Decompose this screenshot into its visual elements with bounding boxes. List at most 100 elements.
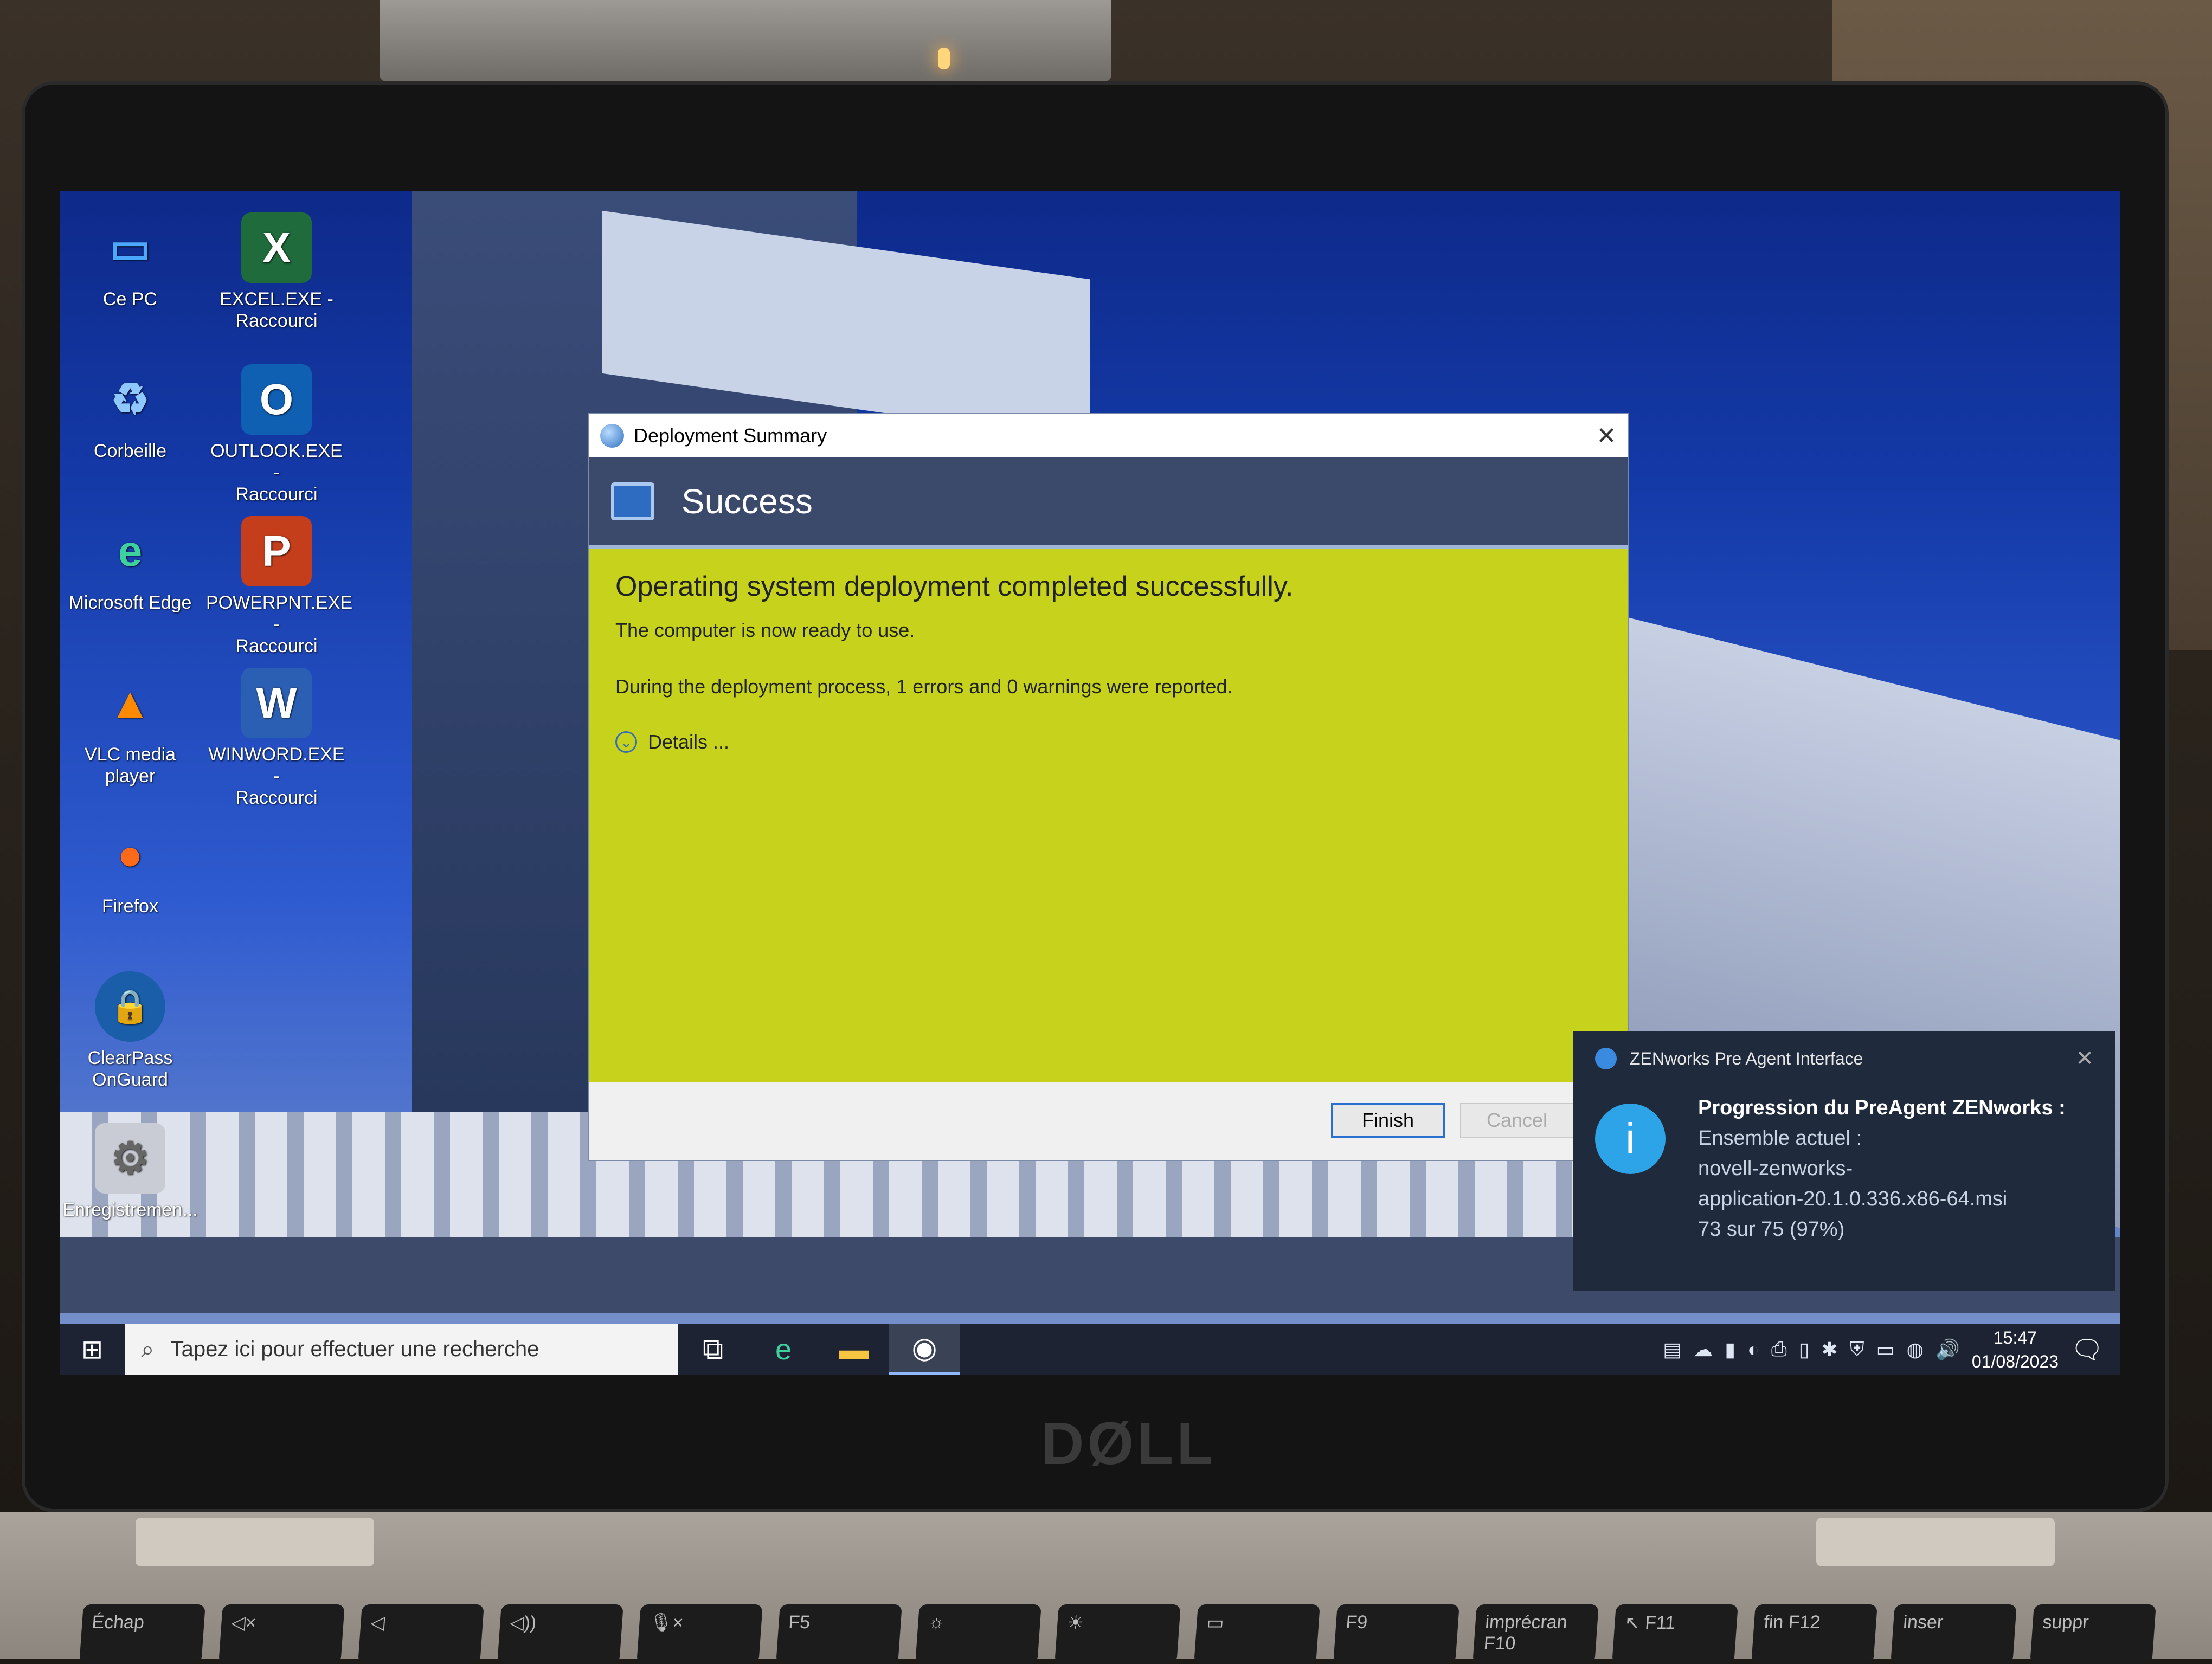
key-delete: suppr bbox=[2030, 1604, 2156, 1664]
report-message: During the deployment process, 1 errors … bbox=[615, 675, 1233, 698]
screen: ▭ Ce PC X EXCEL.EXE - Raccourci ♻ Corbei… bbox=[60, 191, 2120, 1375]
hinge-right bbox=[1816, 1518, 2055, 1566]
desktop-icon-edge[interactable]: e Microsoft Edge bbox=[60, 516, 201, 614]
volume-icon[interactable]: 🔊 bbox=[1935, 1338, 1960, 1361]
notification-line: application-20.1.0.336.x86-64.msi bbox=[1698, 1188, 2008, 1210]
clearpass-icon: 🔒 bbox=[95, 971, 165, 1042]
key-home: ↖ F11 bbox=[1612, 1604, 1738, 1664]
monitor-led bbox=[938, 48, 950, 69]
desktop-icon-corbeille[interactable]: ♻ Corbeille bbox=[60, 364, 201, 462]
usb-icon[interactable]: ▯ bbox=[1799, 1338, 1810, 1361]
excel-icon: X bbox=[241, 212, 312, 283]
globe-icon bbox=[600, 424, 624, 448]
task-view-button[interactable]: ⧉ bbox=[678, 1324, 748, 1375]
network-icon[interactable]: ◍ bbox=[1907, 1338, 1924, 1361]
security-icon[interactable]: ⛨ bbox=[1850, 1338, 1864, 1361]
desktop-icon-label: OUTLOOK.EXE - Raccourci bbox=[210, 441, 343, 505]
key-display: ▭ bbox=[1194, 1604, 1320, 1664]
zenworks-app-icon bbox=[1595, 1048, 1617, 1069]
desktop-icon-label: Firefox bbox=[102, 896, 158, 917]
close-button[interactable]: ✕ bbox=[1585, 422, 1628, 450]
dialog-titlebar[interactable]: Deployment Summary ✕ bbox=[589, 414, 1628, 457]
zenworks-notification[interactable]: ZENworks Pre Agent Interface ✕ i Progres… bbox=[1573, 1031, 2115, 1291]
key-end: fin F12 bbox=[1751, 1604, 1877, 1664]
key-brightness-down: ☼ bbox=[915, 1604, 1041, 1664]
search-icon: ⌕ bbox=[141, 1336, 155, 1363]
desktop-icon-label: POWERPNT.EXE - Raccourci bbox=[206, 592, 353, 656]
desktop-icon-firefox[interactable]: ● Firefox bbox=[60, 820, 201, 917]
desktop-icon-powerpoint[interactable]: P POWERPNT.EXE - Raccourci bbox=[206, 516, 353, 657]
webcam-icon[interactable]: ⎙ bbox=[1771, 1338, 1787, 1361]
info-icon: i bbox=[1595, 1104, 1666, 1174]
success-message: Operating system deployment completed su… bbox=[615, 571, 1294, 602]
notification-center-icon[interactable]: 🗨 bbox=[2070, 1334, 2104, 1365]
taskbar-file-explorer[interactable]: ▬ bbox=[819, 1324, 889, 1375]
taskbar: ⊞ ⌕ Tapez ici pour effectuer une recherc… bbox=[60, 1324, 2120, 1375]
hinge-left bbox=[136, 1518, 374, 1566]
settings-app-icon: ⚙ bbox=[95, 1123, 165, 1194]
desktop-icon-word[interactable]: W WINWORD.EXE - Raccourci bbox=[206, 668, 347, 809]
taskbar-edge[interactable]: e bbox=[748, 1324, 819, 1375]
zenworks-tray-icon[interactable]: ◐ bbox=[1747, 1338, 1759, 1361]
bluetooth-icon[interactable]: ✱ bbox=[1821, 1338, 1837, 1361]
desktop-icon-label: Ce PC bbox=[102, 289, 158, 309]
firefox-icon: ● bbox=[117, 830, 144, 879]
desktop-icon-label: ClearPass OnGuard bbox=[87, 1048, 173, 1090]
deployment-summary-dialog: Deployment Summary ✕ Success Operating s… bbox=[588, 413, 1629, 1161]
word-icon: W bbox=[241, 668, 312, 738]
desktop-icon-label: EXCEL.EXE - Raccourci bbox=[220, 289, 333, 331]
taskbar-deployment-app[interactable]: ◉ bbox=[889, 1324, 960, 1375]
recycle-bin-icon: ♻ bbox=[111, 375, 150, 423]
function-key-row: Échap ◁× ◁ ◁)) 🎙× F5 ☼ ☀ ▭ F9 imprécran … bbox=[79, 1604, 2156, 1664]
outlook-icon: O bbox=[241, 364, 312, 435]
notification-app-name: ZENworks Pre Agent Interface bbox=[1630, 1048, 1863, 1068]
search-placeholder: Tapez ici pour effectuer une recherche bbox=[170, 1337, 539, 1361]
close-icon[interactable]: ✕ bbox=[2075, 1046, 2094, 1071]
vlc-icon: ▲ bbox=[108, 679, 152, 727]
start-button[interactable]: ⊞ bbox=[60, 1324, 125, 1375]
cloud-icon[interactable]: ☁ bbox=[1693, 1338, 1713, 1361]
desktop-icon-ce-pc[interactable]: ▭ Ce PC bbox=[60, 212, 201, 310]
dialog-header: Success bbox=[589, 457, 1628, 549]
dialog-footer: Finish Cancel bbox=[589, 1082, 1628, 1158]
key-f5: F5 bbox=[776, 1604, 902, 1664]
key-f9: F9 bbox=[1333, 1604, 1459, 1664]
key-volume-up: ◁)) bbox=[497, 1604, 623, 1664]
notification-line: novell-zenworks- bbox=[1698, 1157, 1853, 1180]
news-icon[interactable]: ▤ bbox=[1663, 1338, 1681, 1361]
key-volume-down: ◁ bbox=[358, 1604, 484, 1664]
desktop-icon-clearpass[interactable]: 🔒 ClearPass OnGuard bbox=[60, 971, 201, 1091]
desktop-icon-outlook[interactable]: O OUTLOOK.EXE - Raccourci bbox=[206, 364, 347, 505]
dialog-body: Operating system deployment completed su… bbox=[589, 549, 1628, 1082]
desktop-icon-label: VLC media player bbox=[84, 744, 176, 786]
key-mic-mute: 🎙× bbox=[636, 1604, 763, 1664]
shield-icon[interactable]: ▮ bbox=[1725, 1338, 1735, 1361]
system-tray: ▤ ☁ ▮ ◐ ⎙ ▯ ✱ ⛨ ▭ ◍ 🔊 15:47 01/08/2023 🗨 bbox=[1663, 1326, 2120, 1373]
dialog-header-title: Success bbox=[681, 482, 813, 521]
desktop-icon-enregistrement[interactable]: ⚙ Enregistremen... bbox=[60, 1123, 201, 1221]
clock-date: 01/08/2023 bbox=[1971, 1351, 2059, 1371]
finish-button[interactable]: Finish bbox=[1331, 1103, 1445, 1138]
battery-icon[interactable]: ▭ bbox=[1876, 1338, 1895, 1361]
clock-time: 15:47 bbox=[1993, 1327, 2037, 1347]
dialog-title: Deployment Summary bbox=[634, 424, 827, 447]
notification-line: Ensemble actuel : bbox=[1698, 1127, 1862, 1150]
computer-icon: ▭ bbox=[110, 223, 151, 272]
cancel-button[interactable]: Cancel bbox=[1460, 1103, 1574, 1138]
desktop-icon-excel[interactable]: X EXCEL.EXE - Raccourci bbox=[206, 212, 347, 332]
desktop-icon-label: Enregistremen... bbox=[62, 1199, 198, 1220]
chevron-down-icon: ⌄ bbox=[615, 731, 637, 753]
external-monitor bbox=[380, 0, 1111, 81]
powerpoint-icon: P bbox=[241, 516, 312, 586]
key-escape: Échap bbox=[79, 1604, 205, 1664]
clock[interactable]: 15:47 01/08/2023 bbox=[1972, 1326, 2059, 1373]
details-label: Details ... bbox=[648, 731, 730, 753]
ready-message: The computer is now ready to use. bbox=[615, 619, 915, 641]
desktop-icon-label: WINWORD.EXE - Raccourci bbox=[208, 744, 345, 808]
desktop-icon-vlc[interactable]: ▲ VLC media player bbox=[60, 668, 201, 787]
dell-logo: DØLL bbox=[1041, 1410, 1217, 1477]
notification-progress: 73 sur 75 (97%) bbox=[1698, 1218, 1845, 1241]
desktop-icon-label: Corbeille bbox=[93, 441, 167, 461]
search-box[interactable]: ⌕ Tapez ici pour effectuer une recherche bbox=[125, 1324, 678, 1375]
details-toggle[interactable]: ⌄ Details ... bbox=[615, 731, 1602, 753]
